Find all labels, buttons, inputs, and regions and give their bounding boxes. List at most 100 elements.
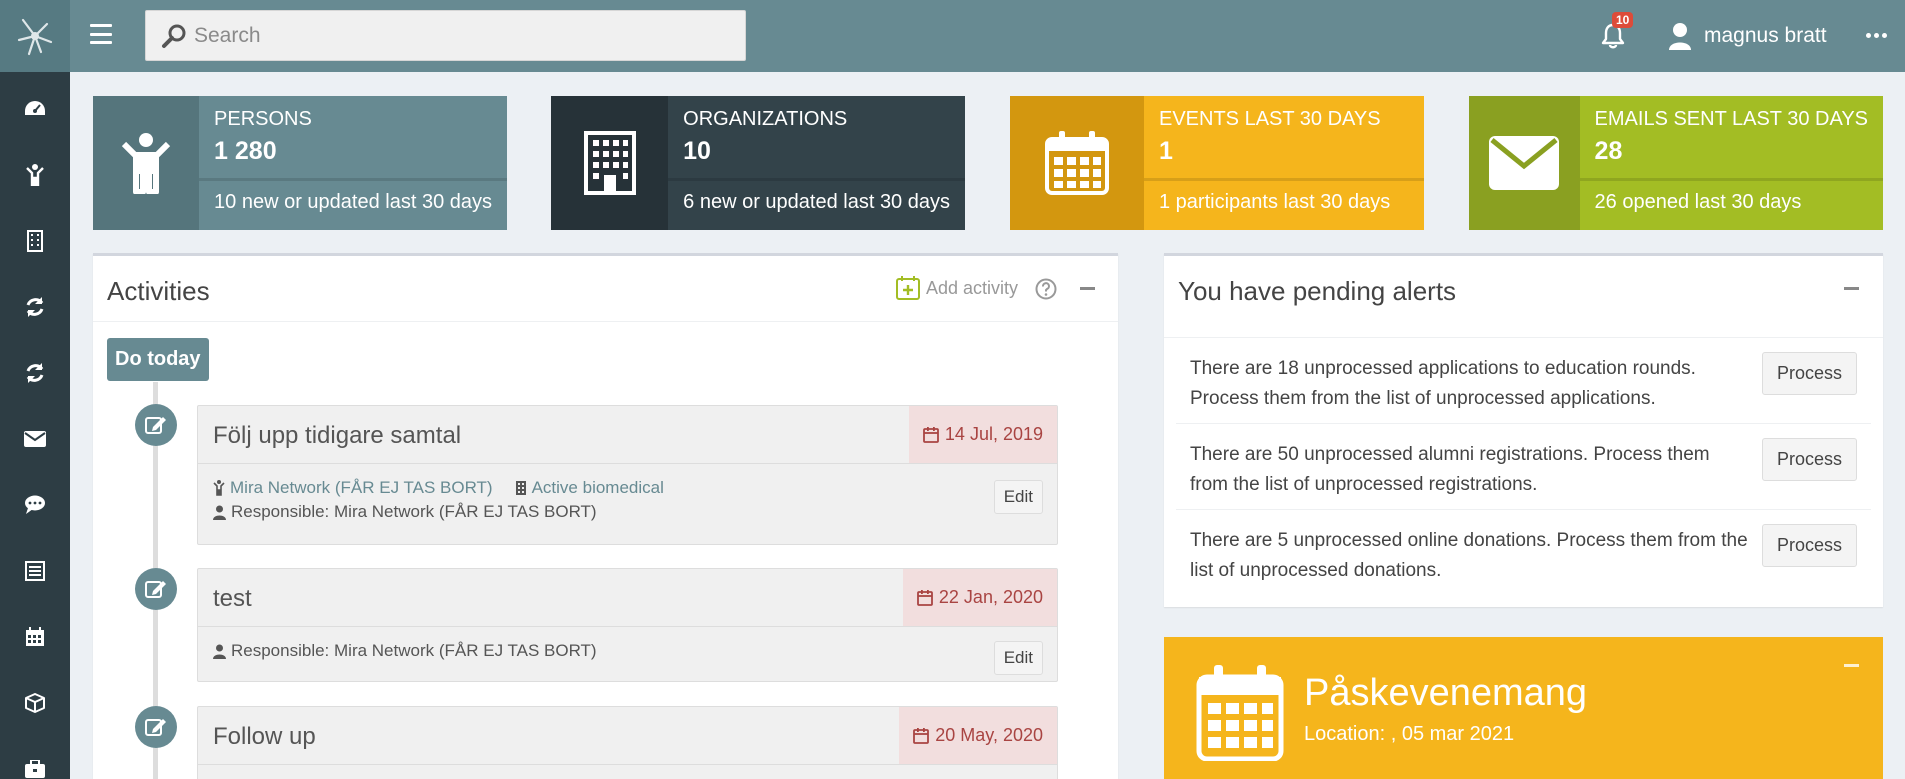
activity-item: test 22 Jan, 2020 Responsible: Mira Netw… <box>197 568 1058 682</box>
dot <box>1866 33 1871 38</box>
collapse-button[interactable] <box>1080 287 1095 290</box>
cube-icon <box>25 693 45 713</box>
activity-organization-link[interactable]: Active biomedical <box>515 478 664 498</box>
calendar-icon <box>26 627 44 646</box>
briefcase-icon <box>25 760 45 778</box>
sidebar-item-emails[interactable] <box>0 414 70 464</box>
notifications-button[interactable]: 10 <box>1600 12 1634 52</box>
collapse-button[interactable] <box>1844 287 1859 290</box>
activity-date: 20 May, 2020 <box>899 707 1057 764</box>
menu-toggle-button[interactable] <box>90 24 112 44</box>
search-input[interactable] <box>194 23 734 48</box>
activity-item: Follow up 20 May, 2020 <box>197 706 1058 779</box>
sidebar-item-organizations[interactable] <box>0 216 70 266</box>
stat-label: PERSONS <box>214 108 312 130</box>
list-icon <box>25 561 45 581</box>
activities-header: Activities Add activity <box>93 256 1118 322</box>
stat-footer: 6 new or updated last 30 days <box>668 178 965 230</box>
logo-icon <box>17 18 53 56</box>
alert-row: There are 18 unprocessed applications to… <box>1176 338 1871 424</box>
sidebar-item-events[interactable] <box>0 612 70 662</box>
activity-item: Följ upp tidigare samtal 14 Jul, 2019 Mi… <box>197 405 1058 545</box>
edit-icon <box>145 417 166 434</box>
stat-emails[interactable]: EMAILS SENT LAST 30 DAYS 28 26 opened la… <box>1469 96 1883 230</box>
stat-footer: 1 participants last 30 days <box>1144 178 1424 230</box>
process-button[interactable]: Process <box>1761 438 1857 481</box>
dot <box>1874 33 1879 38</box>
alert-text: There are 18 unprocessed applications to… <box>1190 358 1696 409</box>
stat-persons[interactable]: PERSONS 1 280 10 new or updated last 30 … <box>93 96 507 230</box>
stat-events-icon-box <box>1010 96 1144 230</box>
alert-row: There are 50 unprocessed alumni registra… <box>1176 424 1871 510</box>
comment-icon <box>25 495 45 514</box>
person-icon <box>213 480 225 496</box>
more-menu-button[interactable] <box>1866 33 1887 38</box>
stat-organizations[interactable]: ORGANIZATIONS 10 6 new or updated last 3… <box>551 96 965 230</box>
sidebar-item-products[interactable] <box>0 678 70 728</box>
process-button[interactable]: Process <box>1761 524 1857 567</box>
alert-text: There are 50 unprocessed alumni registra… <box>1190 444 1710 495</box>
panel-title: Activities <box>107 276 210 306</box>
sidebar <box>0 72 70 779</box>
user-icon <box>1669 23 1691 50</box>
activity-responsible: Responsible: Mira Network (FÅR EJ TAS BO… <box>231 502 597 521</box>
sync-icon <box>26 363 44 383</box>
sidebar-item-lists[interactable] <box>0 546 70 596</box>
stat-events[interactable]: EVENTS LAST 30 DAYS 1 1 participants las… <box>1010 96 1424 230</box>
building-icon <box>583 131 636 195</box>
alerts-header: You have pending alerts <box>1164 256 1883 338</box>
activity-responsible: Responsible: Mira Network (FÅR EJ TAS BO… <box>231 641 597 660</box>
alerts-panel: You have pending alerts There are 18 unp… <box>1164 253 1883 607</box>
sync-icon <box>26 297 44 317</box>
person-icon <box>121 133 171 194</box>
edit-button[interactable]: Edit <box>993 641 1043 675</box>
edit-button[interactable]: Edit <box>993 480 1043 514</box>
sidebar-item-sync-2[interactable] <box>0 348 70 398</box>
hamburger-bar <box>90 41 112 44</box>
upcoming-event-box[interactable]: Påskevenemang Location: , 05 mar 2021 <box>1164 637 1883 779</box>
alert-text: There are 5 unprocessed online donations… <box>1190 530 1748 581</box>
stat-persons-icon-box <box>93 96 200 230</box>
activity-person-name: Mira Network (FÅR EJ TAS BORT) <box>230 478 493 497</box>
add-activity-label: Add activity <box>926 277 1019 298</box>
do-today-label: Do today <box>107 338 209 381</box>
edit-icon <box>145 581 166 598</box>
stat-footer: 26 opened last 30 days <box>1579 178 1883 230</box>
panel-title: You have pending alerts <box>1178 276 1457 306</box>
person-icon <box>26 164 44 186</box>
activity-title[interactable]: test <box>213 585 252 613</box>
envelope-icon <box>24 431 46 447</box>
stat-emails-info: EMAILS SENT LAST 30 DAYS 28 26 opened la… <box>1579 96 1883 230</box>
activities-panel: Activities Add activity Do today Följ up… <box>93 253 1118 779</box>
calendar-plus-icon <box>896 276 920 300</box>
envelope-icon <box>1489 136 1560 190</box>
stat-value: 1 <box>1159 137 1173 165</box>
stat-label: EMAILS SENT LAST 30 DAYS <box>1594 108 1868 130</box>
building-icon <box>27 230 43 252</box>
user-menu[interactable]: magnus bratt <box>1668 20 1827 52</box>
activity-title[interactable]: Follow up <box>213 723 316 751</box>
activity-date: 22 Jan, 2020 <box>902 569 1057 626</box>
collapse-button[interactable] <box>1844 664 1859 667</box>
dot <box>1882 33 1887 38</box>
sidebar-item-dashboard[interactable] <box>0 84 70 134</box>
edit-icon <box>145 719 166 736</box>
hamburger-bar <box>90 24 112 27</box>
sidebar-item-persons[interactable] <box>0 150 70 200</box>
stat-label: ORGANIZATIONS <box>683 108 848 130</box>
sidebar-item-projects[interactable] <box>0 744 70 779</box>
app-logo[interactable] <box>0 0 70 72</box>
process-button[interactable]: Process <box>1761 352 1857 395</box>
add-activity-button[interactable]: Add activity <box>896 276 1018 300</box>
user-icon <box>213 505 226 520</box>
activity-date-text: 22 Jan, 2020 <box>938 587 1043 607</box>
dashboard-icon <box>25 101 45 115</box>
notification-badge: 10 <box>1612 12 1634 28</box>
activity-title[interactable]: Följ upp tidigare samtal <box>213 422 461 450</box>
sidebar-item-sync[interactable] <box>0 282 70 332</box>
timeline-edit-icon <box>135 404 177 446</box>
help-icon[interactable] <box>1035 278 1057 305</box>
stat-value: 28 <box>1594 137 1623 165</box>
sidebar-item-messages[interactable] <box>0 480 70 530</box>
activity-person-link[interactable]: Mira Network (FÅR EJ TAS BORT) <box>213 478 493 498</box>
